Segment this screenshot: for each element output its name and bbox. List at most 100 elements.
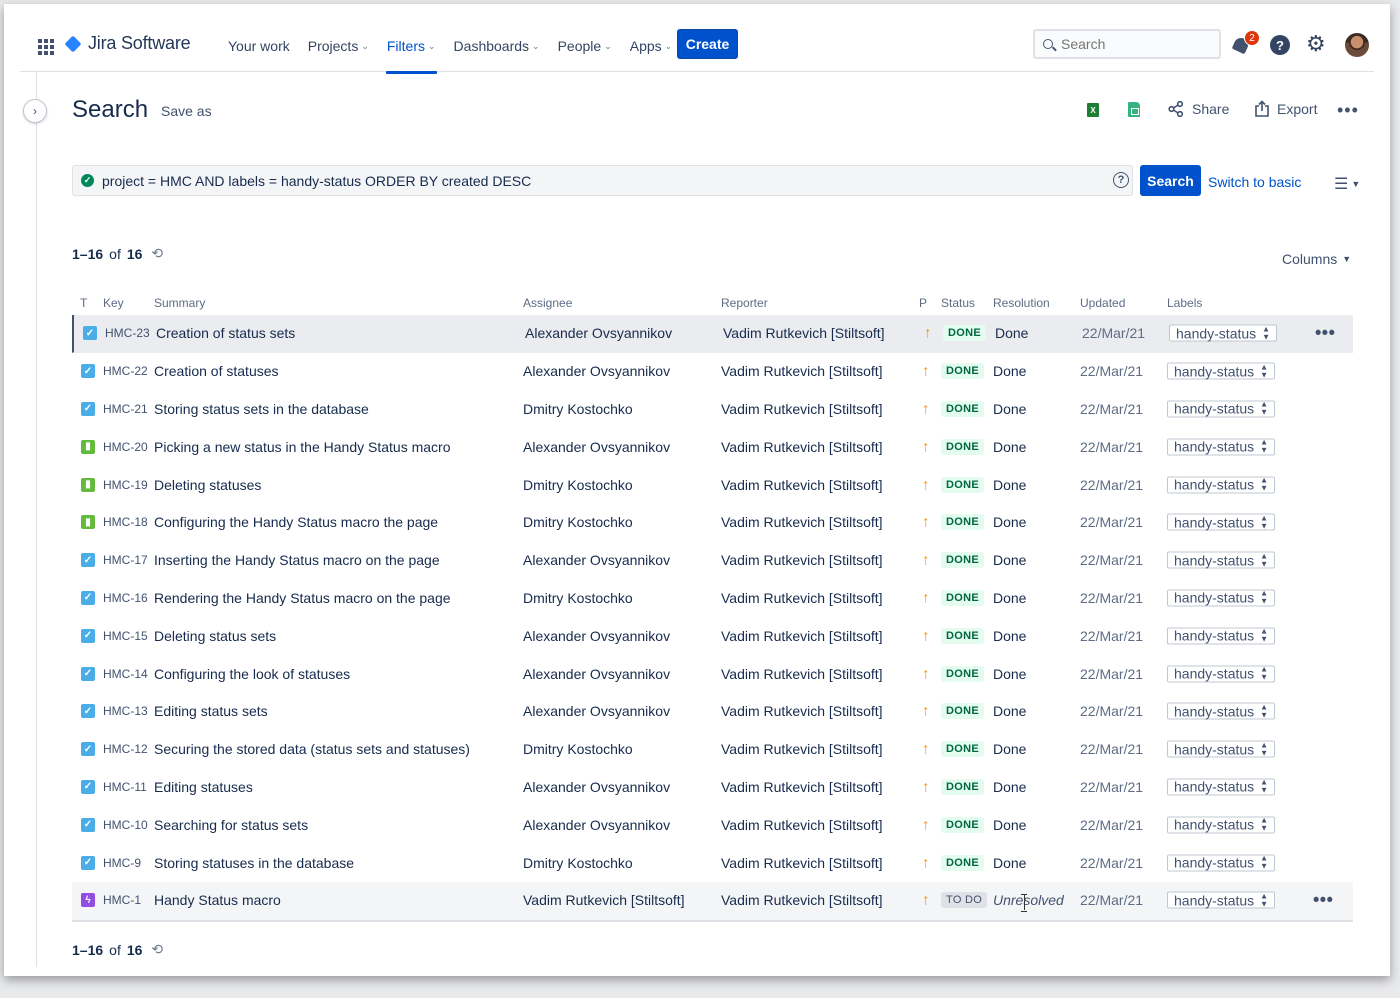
save-as-button[interactable]: Save as (161, 103, 212, 119)
nav-item-your-work[interactable]: Your work (219, 30, 299, 62)
issue-key[interactable]: HMC-1 (103, 893, 141, 907)
table-row[interactable]: ϟ HMC-1 Handy Status macro Vadim Rutkevich … (72, 881, 1353, 920)
refresh-icon[interactable]: ⟲ (151, 941, 163, 958)
label-chip[interactable]: handy-status ▲ ▼ (1167, 400, 1276, 418)
table-row[interactable]: ▮ HMC-19 Deleting statuses Dmitry Kostochko… (72, 466, 1353, 504)
table-row[interactable]: ✓ HMC-9 Storing statuses in the database Dm… (72, 844, 1353, 882)
label-chip[interactable]: handy-status ▲ ▼ (1167, 816, 1276, 834)
global-search[interactable] (1033, 29, 1221, 59)
issue-summary[interactable]: Deleting statuses (154, 477, 261, 493)
issue-key[interactable]: HMC-19 (103, 478, 148, 492)
jira-logo[interactable]: Jira Software (64, 33, 191, 54)
excel-export-icon[interactable]: X (1087, 103, 1099, 117)
nav-item-dashboards[interactable]: Dashboards ⌄ (445, 30, 549, 62)
issue-key[interactable]: HMC-22 (103, 364, 148, 378)
table-row[interactable]: ▮ HMC-20 Picking a new status in the Handy… (72, 428, 1353, 466)
col-key[interactable]: Key (103, 296, 124, 310)
issue-key[interactable]: HMC-14 (103, 667, 148, 681)
issue-summary[interactable]: Picking a new status in the Handy Status… (154, 439, 450, 455)
label-chip[interactable]: handy-status ▲ ▼ (1167, 551, 1276, 569)
refresh-icon[interactable]: ⟲ (151, 245, 163, 262)
table-row[interactable]: ✓ HMC-15 Deleting status sets Alexander Ovs… (72, 617, 1353, 655)
col-updated[interactable]: Updated (1080, 296, 1125, 310)
issue-summary[interactable]: Creation of status sets (156, 325, 295, 341)
issue-summary[interactable]: Creation of statuses (154, 363, 279, 379)
nav-item-projects[interactable]: Projects ⌄ (299, 30, 378, 62)
issue-summary[interactable]: Deleting status sets (154, 628, 276, 644)
switch-to-basic-link[interactable]: Switch to basic (1208, 174, 1301, 190)
issue-summary[interactable]: Handy Status macro (154, 892, 281, 908)
table-row[interactable]: ✓ HMC-14 Configuring the look of statuses A… (72, 655, 1353, 693)
issue-key[interactable]: HMC-20 (103, 440, 148, 454)
table-row[interactable]: ▮ HMC-18 Configuring the Handy Status macr… (72, 504, 1353, 542)
issue-key[interactable]: HMC-11 (103, 780, 147, 794)
col-priority[interactable]: P (919, 296, 927, 310)
issue-key[interactable]: HMC-13 (103, 704, 148, 718)
jql-editor[interactable]: ✓ project = HMC AND labels = handy-statu… (72, 165, 1133, 196)
issue-summary[interactable]: Storing status sets in the database (154, 401, 369, 417)
create-button[interactable]: Create (677, 29, 738, 59)
google-sheets-icon[interactable] (1128, 102, 1140, 117)
table-row[interactable]: ✓ HMC-17 Inserting the Handy Status macro … (72, 542, 1353, 580)
col-summary[interactable]: Summary (154, 296, 205, 310)
columns-button[interactable]: Columns ▼ (1282, 251, 1351, 267)
col-status[interactable]: Status (941, 296, 975, 310)
more-actions-icon[interactable]: ••• (1337, 100, 1359, 121)
issue-key[interactable]: HMC-21 (103, 402, 148, 416)
table-row[interactable]: ✓ HMC-23 Creation of status sets Alexander … (72, 315, 1353, 353)
col-labels[interactable]: Labels (1167, 296, 1202, 310)
label-chip[interactable]: handy-status ▲ ▼ (1167, 476, 1276, 494)
col-reporter[interactable]: Reporter (721, 296, 768, 310)
label-chip[interactable]: handy-status ▲ ▼ (1167, 891, 1276, 909)
label-chip[interactable]: handy-status ▲ ▼ (1167, 438, 1276, 456)
view-toggle[interactable]: ☰ ▼ (1334, 174, 1360, 194)
col-type[interactable]: T (80, 296, 87, 310)
nav-item-people[interactable]: People ⌄ (549, 30, 621, 62)
search-button[interactable]: Search (1140, 165, 1201, 196)
table-row[interactable]: ✓ HMC-16 Rendering the Handy Status macro … (72, 580, 1353, 618)
issue-summary[interactable]: Inserting the Handy Status macro on the … (154, 552, 440, 568)
table-row[interactable]: ✓ HMC-11 Editing statuses Alexander Ovsyann… (72, 769, 1353, 807)
label-chip[interactable]: handy-status ▲ ▼ (1167, 854, 1276, 872)
issue-key[interactable]: HMC-16 (103, 591, 148, 605)
issue-summary[interactable]: Configuring the Handy Status macro the p… (154, 514, 438, 530)
table-row[interactable]: ✓ HMC-13 Editing status sets Alexander Ovsy… (72, 693, 1353, 731)
label-chip[interactable]: handy-status ▲ ▼ (1167, 778, 1276, 796)
expand-sidebar-button[interactable]: › (23, 99, 47, 123)
label-chip[interactable]: handy-status ▲ ▼ (1167, 362, 1276, 380)
syntax-help-icon[interactable]: ? (1113, 172, 1129, 188)
gear-icon[interactable]: ⚙ (1306, 33, 1326, 55)
nav-item-filters[interactable]: Filters ⌄ (378, 30, 445, 74)
avatar[interactable] (1345, 33, 1369, 57)
search-input[interactable] (1061, 36, 1201, 52)
issue-key[interactable]: HMC-12 (103, 742, 148, 756)
label-chip[interactable]: handy-status ▲ ▼ (1167, 589, 1276, 607)
issue-key[interactable]: HMC-15 (103, 629, 148, 643)
table-row[interactable]: ✓ HMC-12 Securing the stored data (status … (72, 731, 1353, 769)
issue-key[interactable]: HMC-17 (103, 553, 148, 567)
issue-summary[interactable]: Editing status sets (154, 703, 268, 719)
issue-key[interactable]: HMC-9 (103, 856, 141, 870)
jql-query[interactable]: project = HMC AND labels = handy-status … (102, 173, 531, 189)
col-assignee[interactable]: Assignee (523, 296, 572, 310)
table-row[interactable]: ✓ HMC-21 Storing status sets in the databa… (72, 391, 1353, 429)
notifications-button[interactable]: 2 (1231, 30, 1260, 56)
row-actions-icon[interactable]: ••• (1315, 323, 1335, 344)
label-chip[interactable]: handy-status ▲ ▼ (1167, 740, 1276, 758)
share-button[interactable]: Share (1167, 100, 1229, 118)
col-resolution[interactable]: Resolution (993, 296, 1050, 310)
row-actions-icon[interactable]: ••• (1313, 890, 1333, 911)
issue-summary[interactable]: Configuring the look of statuses (154, 666, 350, 682)
label-chip[interactable]: handy-status ▲ ▼ (1167, 627, 1276, 645)
label-chip[interactable]: handy-status ▲ ▼ (1167, 702, 1276, 720)
issue-summary[interactable]: Searching for status sets (154, 817, 308, 833)
issue-summary[interactable]: Rendering the Handy Status macro on the … (154, 590, 451, 606)
table-row[interactable]: ✓ HMC-10 Searching for status sets Alexande… (72, 806, 1353, 844)
app-switcher-icon[interactable] (38, 39, 54, 55)
export-button[interactable]: Export (1254, 100, 1317, 118)
label-chip[interactable]: handy-status ▲ ▼ (1167, 513, 1276, 531)
issue-summary[interactable]: Editing statuses (154, 779, 253, 795)
label-chip[interactable]: handy-status ▲ ▼ (1169, 324, 1278, 342)
help-icon[interactable]: ? (1270, 35, 1290, 55)
issue-key[interactable]: HMC-23 (105, 326, 150, 340)
